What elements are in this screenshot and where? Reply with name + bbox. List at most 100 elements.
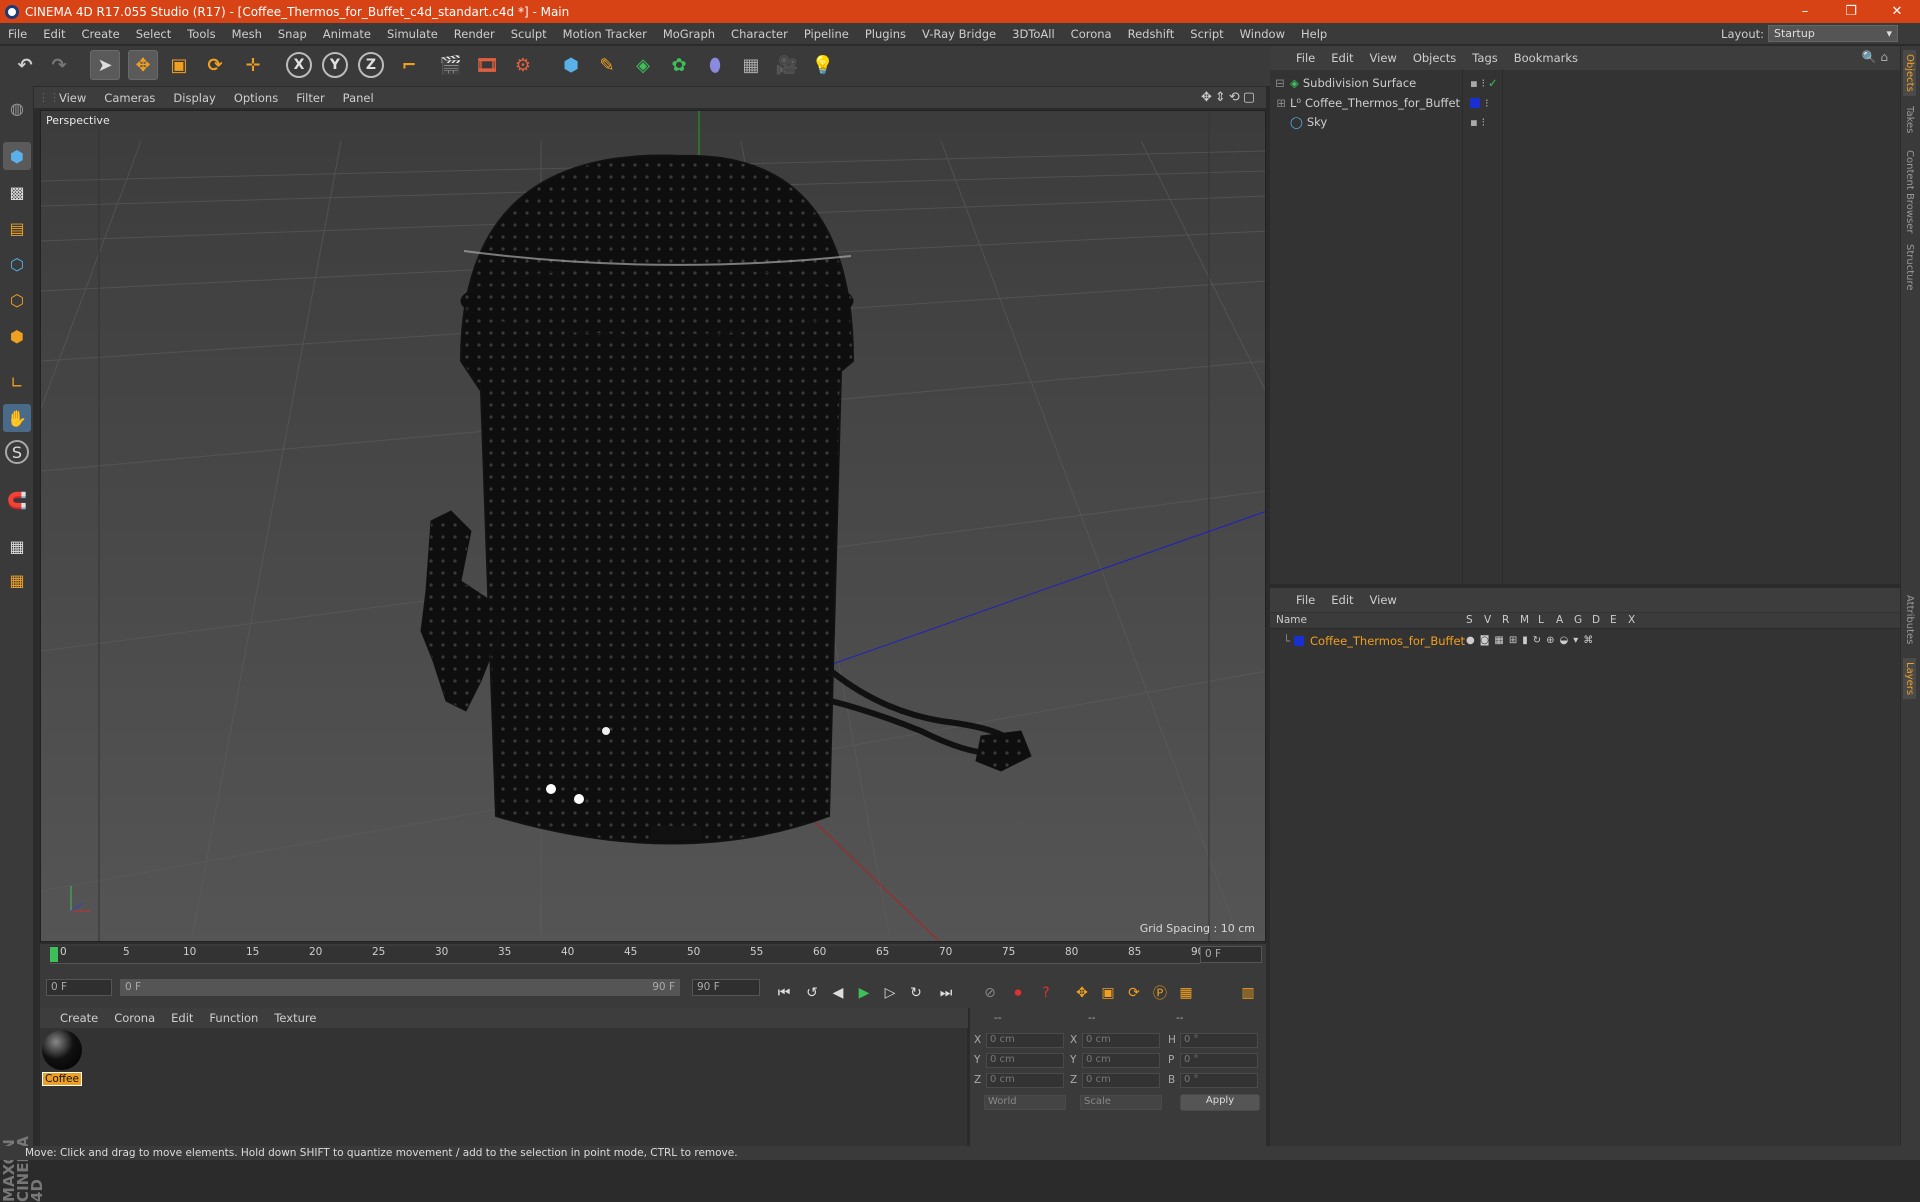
go-to-start-icon[interactable]: ⏮ [772, 982, 796, 1004]
cube-primitive-icon[interactable]: ⬢ [556, 50, 586, 80]
key-scale-icon[interactable]: ▣ [1096, 982, 1120, 1004]
menu-snap[interactable]: Snap [270, 27, 315, 41]
subdivision-generator-icon[interactable]: ◈ [628, 50, 658, 80]
menu-animate[interactable]: Animate [315, 27, 379, 41]
rotation-h-field[interactable]: 0 ° [1180, 1033, 1258, 1048]
coordinate-system-icon[interactable]: ⌐ [394, 50, 424, 80]
render-view-icon[interactable]: 🎬 [436, 50, 466, 80]
rotation-p-field[interactable]: 0 ° [1180, 1053, 1258, 1068]
key-position-icon[interactable]: ✥ [1070, 982, 1094, 1004]
layer-menu-view[interactable]: View [1362, 593, 1405, 607]
material-menu-create[interactable]: Create [52, 1011, 106, 1025]
visibility-dots-icon[interactable]: ▪ ⁝ [1470, 76, 1485, 90]
material-menu-edit[interactable]: Edit [163, 1011, 201, 1025]
material-menu-corona[interactable]: Corona [106, 1011, 163, 1025]
rotate-tool-icon[interactable]: ⟳ [200, 50, 230, 80]
tab-objects[interactable]: Objects [1903, 50, 1916, 96]
object-row-subdivision-surface[interactable]: ⊟ ◈ Subdivision Surface ▪ ⁝ ✓ [1270, 73, 1900, 92]
tab-attributes[interactable]: Attributes [1903, 591, 1916, 648]
snap-magnet-icon[interactable]: 🧲 [3, 486, 31, 514]
layer-row[interactable]: └ Coffee_Thermos_for_Buffet ●◙▦⊞▮↻⊕◒▾⌘ [1270, 631, 1900, 650]
viewport-nav-icons[interactable]: ✥⇕⟲▢ [1201, 90, 1258, 105]
tweak-mode-icon[interactable]: ✋ [3, 404, 31, 432]
cloner-icon[interactable]: ✿ [664, 50, 694, 80]
render-settings-icon[interactable]: ⚙ [508, 50, 538, 80]
column-e[interactable]: E [1610, 614, 1617, 626]
play-icon[interactable]: ▶ [852, 982, 876, 1004]
start-frame-field[interactable]: 0 F [46, 979, 112, 996]
points-mode-icon[interactable]: ⬡ [3, 250, 31, 278]
close-button[interactable]: ✕ [1874, 0, 1920, 23]
menu-help[interactable]: Help [1293, 27, 1335, 41]
viewport-menu-view[interactable]: View [50, 91, 95, 105]
tab-layers[interactable]: Layers [1903, 658, 1916, 700]
column-l[interactable]: L [1538, 614, 1544, 626]
menu-select[interactable]: Select [128, 27, 179, 41]
render-picture-viewer-icon[interactable]: 🎞 [472, 50, 502, 80]
timeline-window-icon[interactable]: ▥ [1236, 982, 1260, 1004]
redo-icon[interactable]: ↷ [44, 50, 74, 80]
menu-render[interactable]: Render [446, 27, 503, 41]
next-keyframe-icon[interactable]: ↻ [904, 982, 928, 1004]
viewport-menu-cameras[interactable]: Cameras [95, 91, 164, 105]
column-g[interactable]: G [1574, 614, 1582, 626]
column-v[interactable]: V [1484, 614, 1491, 626]
z-axis-lock-button[interactable]: Z [358, 52, 384, 78]
tab-content-browser[interactable]: Content Browser [1903, 146, 1916, 237]
object-row-coffee-thermos[interactable]: ⊞ L⁰ Coffee_Thermos_for_Buffet ⁝ [1270, 93, 1900, 112]
move-tool-icon[interactable]: ✥ [128, 50, 158, 80]
menu-sculpt[interactable]: Sculpt [503, 27, 555, 41]
enabled-check-icon[interactable]: ✓ [1488, 76, 1498, 90]
rotation-b-field[interactable]: 0 ° [1180, 1073, 1258, 1088]
texture-mode-icon[interactable]: ▩ [3, 178, 31, 206]
column-s[interactable]: S [1466, 614, 1473, 626]
workplane-lock-icon[interactable]: ▦ [3, 532, 31, 560]
world-dropdown[interactable]: World [984, 1095, 1066, 1110]
position-y-field[interactable]: 0 cm [986, 1053, 1064, 1068]
make-editable-icon[interactable]: ◍ [3, 94, 31, 122]
quantize-icon[interactable]: ▦ [3, 566, 31, 594]
layout-dropdown[interactable]: Startup ▾ [1768, 25, 1898, 42]
record-keys-icon[interactable]: ⏺ [1006, 982, 1030, 1004]
spline-pen-icon[interactable]: ✎ [592, 50, 622, 80]
material-menu-texture[interactable]: Texture [266, 1011, 324, 1025]
material-swatch[interactable]: Coffee [42, 1030, 82, 1088]
viewport-menu-options[interactable]: Options [225, 91, 287, 105]
key-rotation-icon[interactable]: ⟳ [1122, 982, 1146, 1004]
deformer-icon[interactable]: ⬮ [700, 50, 730, 80]
column-m[interactable]: M [1520, 614, 1529, 626]
select-cursor-icon[interactable]: ➤ [90, 50, 120, 80]
timeline[interactable]: 0 5 10 15 20 25 30 35 40 45 50 55 60 65 … [40, 944, 1266, 978]
camera-icon[interactable]: 🎥 [772, 50, 802, 80]
current-frame-field[interactable]: 0 F [1200, 946, 1262, 963]
size-y-field[interactable]: 0 cm [1082, 1053, 1160, 1068]
3d-viewport[interactable]: Perspective Grid Spacing : 10 cm [40, 110, 1266, 942]
menu-edit[interactable]: Edit [35, 27, 73, 41]
material-menu-function[interactable]: Function [201, 1011, 266, 1025]
polygons-mode-icon[interactable]: ⬢ [3, 322, 31, 350]
size-x-field[interactable]: 0 cm [1082, 1033, 1160, 1048]
minimize-button[interactable]: – [1782, 0, 1828, 23]
previous-keyframe-icon[interactable]: ↺ [800, 982, 824, 1004]
layer-color-swatch[interactable] [1294, 635, 1304, 646]
visibility-dots-icon[interactable]: ▪ ⁝ [1470, 115, 1485, 129]
collapse-icon[interactable]: ⊟ [1270, 76, 1290, 90]
motion-record-icon[interactable]: ⊘ [978, 982, 1002, 1004]
size-z-field[interactable]: 0 cm [1082, 1073, 1160, 1088]
object-menu-view[interactable]: View [1362, 51, 1405, 65]
axis-mode-icon[interactable]: ∟ [3, 368, 31, 396]
scale-dropdown[interactable]: Scale [1080, 1095, 1162, 1110]
column-x[interactable]: X [1628, 614, 1635, 626]
menu-3dtoall[interactable]: 3DToAll [1004, 27, 1063, 41]
viewport-menu-display[interactable]: Display [164, 91, 224, 105]
y-axis-lock-button[interactable]: Y [322, 52, 348, 78]
viewport-menu-filter[interactable]: Filter [287, 91, 333, 105]
visibility-dots-icon[interactable]: ⁝ [1485, 96, 1489, 110]
menu-pipeline[interactable]: Pipeline [796, 27, 857, 41]
column-a[interactable]: A [1556, 614, 1563, 626]
menu-corona[interactable]: Corona [1063, 27, 1120, 41]
layer-menu-file[interactable]: File [1288, 593, 1323, 607]
object-menu-tags[interactable]: Tags [1464, 51, 1505, 65]
light-bulb-icon[interactable]: 💡 [808, 50, 838, 80]
viewport-menu-panel[interactable]: Panel [334, 91, 383, 105]
